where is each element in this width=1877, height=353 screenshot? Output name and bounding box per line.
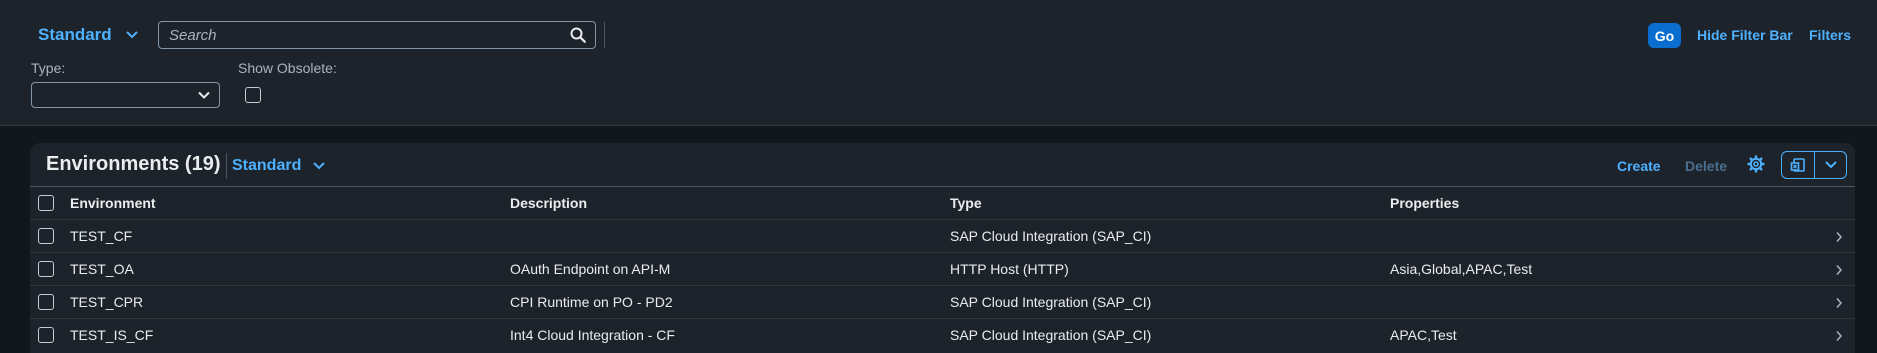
- environments-table: Environment Description Type Properties …: [30, 186, 1855, 351]
- row-checkbox[interactable]: [38, 327, 54, 343]
- delete-button[interactable]: Delete: [1685, 158, 1727, 174]
- chevron-right-icon[interactable]: [1835, 263, 1843, 281]
- show-obsolete-checkbox[interactable]: [245, 87, 261, 103]
- table-row[interactable]: TEST_CPR CPI Runtime on PO - PD2 SAP Clo…: [30, 285, 1855, 318]
- table-row[interactable]: TEST_IS_CF Int4 Cloud Integration - CF S…: [30, 318, 1855, 351]
- hide-filter-bar-button[interactable]: Hide Filter Bar: [1697, 27, 1793, 43]
- description-cell: OAuth Endpoint on API-M: [510, 261, 671, 277]
- environment-cell: TEST_IS_CF: [70, 327, 154, 343]
- filter-bar: Standard Go Hide Filter Bar Filters Type…: [0, 0, 1877, 126]
- chevron-down-icon: [197, 88, 211, 107]
- gear-icon[interactable]: [1747, 155, 1765, 178]
- search-field[interactable]: [158, 21, 596, 49]
- chevron-down-icon: [313, 162, 326, 170]
- row-checkbox[interactable]: [38, 261, 54, 277]
- export-menu-button[interactable]: [1781, 151, 1847, 179]
- table-row[interactable]: TEST_OA OAuth Endpoint on API-M HTTP Hos…: [30, 252, 1855, 285]
- column-header-description[interactable]: Description: [510, 195, 587, 211]
- environment-cell: TEST_OA: [70, 261, 134, 277]
- column-header-properties[interactable]: Properties: [1390, 195, 1459, 211]
- environment-cell: TEST_CPR: [70, 294, 144, 310]
- column-header-type[interactable]: Type: [950, 195, 982, 211]
- column-header-environment[interactable]: Environment: [70, 195, 156, 211]
- environment-cell: TEST_CF: [70, 228, 133, 244]
- export-spreadsheet-icon[interactable]: [1782, 152, 1815, 178]
- chevron-down-icon[interactable]: [1815, 152, 1846, 178]
- properties-cell: APAC,Test: [1390, 327, 1457, 343]
- search-icon[interactable]: [561, 22, 595, 48]
- select-all-checkbox[interactable]: [38, 195, 54, 211]
- table-header-row: Environment Description Type Properties: [30, 186, 1855, 219]
- row-checkbox[interactable]: [38, 294, 54, 310]
- search-input[interactable]: [159, 26, 561, 44]
- type-cell: SAP Cloud Integration (SAP_CI): [950, 294, 1152, 310]
- properties-cell: Asia,Global,APAC,Test: [1390, 261, 1533, 277]
- type-cell: HTTP Host (HTTP): [950, 261, 1069, 277]
- filters-button[interactable]: Filters: [1809, 27, 1851, 43]
- description-cell: Int4 Cloud Integration - CF: [510, 327, 675, 343]
- chevron-right-icon[interactable]: [1835, 230, 1843, 248]
- type-cell: SAP Cloud Integration (SAP_CI): [950, 228, 1152, 244]
- chevron-right-icon[interactable]: [1835, 296, 1843, 314]
- variant-label: Standard: [38, 25, 112, 44]
- table-variant-selector[interactable]: Standard: [232, 154, 326, 178]
- environments-table-panel: Environments (19) Standard Create Delete: [30, 143, 1855, 353]
- show-obsolete-label: Show Obsolete:: [238, 60, 337, 76]
- type-label: Type:: [31, 60, 66, 76]
- type-cell: SAP Cloud Integration (SAP_CI): [950, 327, 1152, 343]
- title-separator: [226, 153, 227, 179]
- table-row[interactable]: TEST_CF SAP Cloud Integration (SAP_CI): [30, 219, 1855, 252]
- table-variant-label: Standard: [232, 157, 302, 174]
- chevron-down-icon: [125, 31, 138, 39]
- go-button[interactable]: Go: [1648, 23, 1681, 48]
- table-title: Environments (19): [46, 153, 221, 175]
- toolbar-separator: [604, 22, 605, 48]
- variant-selector[interactable]: Standard: [38, 22, 138, 48]
- type-select[interactable]: [31, 82, 220, 108]
- description-cell: CPI Runtime on PO - PD2: [510, 294, 673, 310]
- chevron-right-icon[interactable]: [1835, 329, 1843, 347]
- create-button[interactable]: Create: [1617, 158, 1661, 174]
- row-checkbox[interactable]: [38, 228, 54, 244]
